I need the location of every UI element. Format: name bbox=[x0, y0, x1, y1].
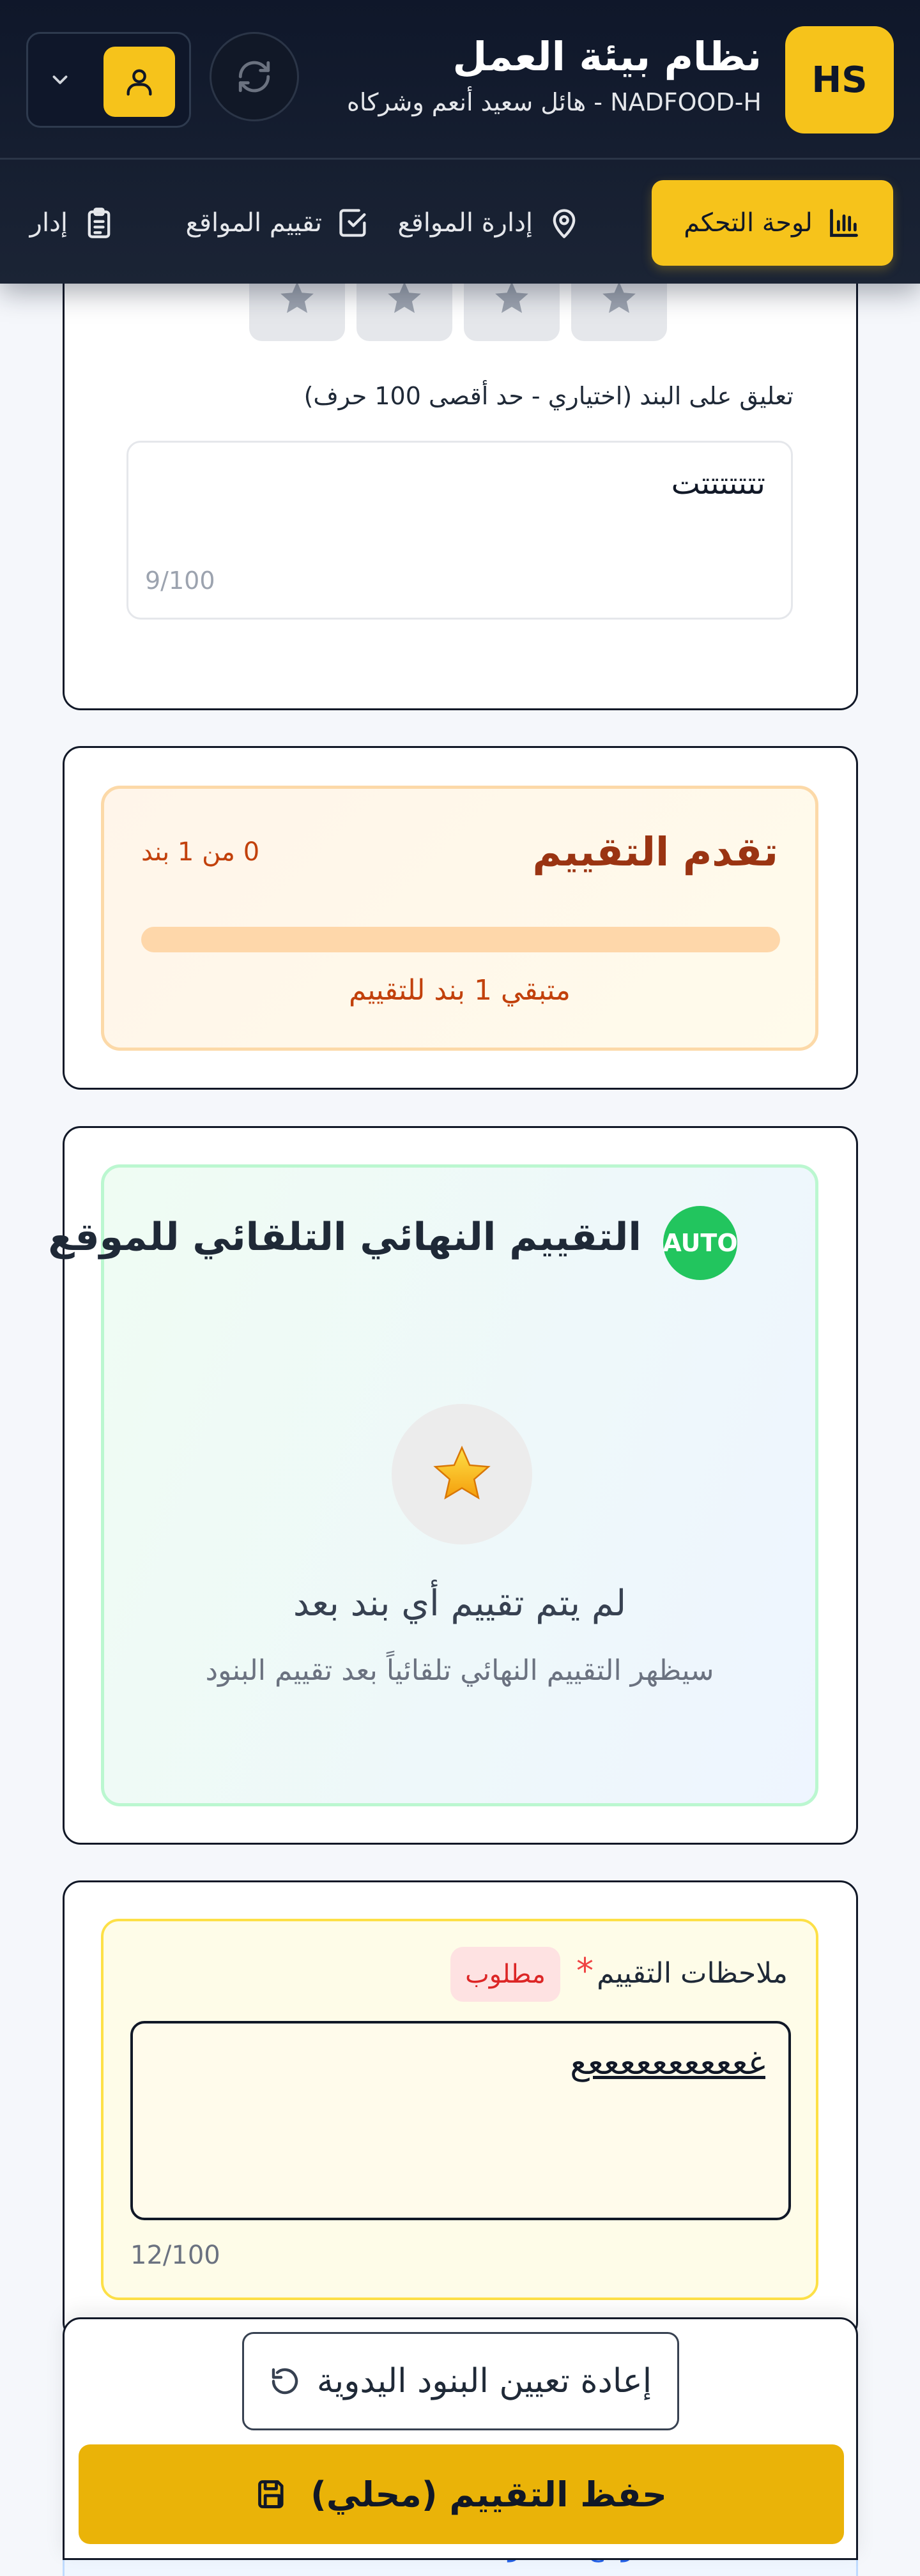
progress-count: 0 من 1 بند bbox=[141, 837, 260, 867]
chevron-down-icon[interactable] bbox=[46, 66, 74, 94]
clipboard-icon bbox=[82, 206, 116, 240]
nav-more-label: إدار bbox=[29, 208, 68, 238]
save-label: حفظ التقييم (محلي) bbox=[310, 2474, 667, 2515]
progress-title: تقدم التقييم bbox=[532, 828, 778, 875]
required-badge: مطلوب bbox=[450, 1947, 560, 2002]
notes-char-count: 12/100 bbox=[130, 2241, 220, 2270]
app-header: HS نظام بيئة العمل NADFOOD-H - هائل سعيد… bbox=[0, 0, 920, 284]
auto-rating-empty-hint: سيظهر التقييم النهائي تلقائياً بعد تقييم… bbox=[205, 1654, 714, 1687]
auto-badge: AUTO bbox=[663, 1206, 738, 1280]
bar-chart-icon bbox=[827, 206, 861, 240]
notes-textarea[interactable]: غععععععععععع bbox=[130, 2021, 791, 2220]
rotate-ccw-icon bbox=[272, 2368, 298, 2395]
user-avatar-button[interactable] bbox=[103, 47, 175, 117]
star-icon bbox=[495, 282, 528, 313]
nav-dashboard-label: لوحة التحكم bbox=[684, 208, 813, 238]
auto-rating-title: التقييم النهائي التلقائي للموقع bbox=[48, 1215, 641, 1260]
auto-rating-panel: AUTO التقييم النهائي التلقائي للموقع لم … bbox=[48, 1164, 818, 1806]
star-icon bbox=[602, 282, 636, 313]
required-asterisk: * bbox=[576, 1951, 594, 1991]
map-pin-icon bbox=[547, 206, 581, 240]
save-icon bbox=[258, 2480, 284, 2508]
refresh-icon bbox=[238, 61, 270, 93]
comment-value: تتتتتتتت bbox=[671, 466, 765, 501]
auto-rating-star-icon bbox=[392, 1404, 532, 1544]
progress-remaining: متبقي 1 بند للتقييم bbox=[349, 974, 571, 1007]
nav-sites-management-label: إدارة المواقع bbox=[397, 208, 533, 238]
save-rating-button[interactable]: حفظ التقييم (محلي) bbox=[79, 2444, 844, 2544]
nav-dashboard[interactable]: لوحة التحكم bbox=[652, 180, 893, 266]
comment-label: تعليق على البند (اختياري - حد أقصى 100 ح… bbox=[303, 382, 793, 410]
comment-char-count: 9/100 bbox=[145, 567, 215, 595]
brand-logo: HS bbox=[785, 26, 894, 133]
user-menu[interactable] bbox=[26, 32, 191, 128]
progress-panel: تقدم التقييم 0 من 1 بند متبقي 1 بند للتق… bbox=[101, 786, 818, 1051]
nav-sites-evaluation-label: تقييم المواقع bbox=[185, 208, 322, 238]
user-icon bbox=[126, 69, 152, 96]
reset-manual-items-button[interactable]: إعادة تعيين البنود اليدوية bbox=[242, 2332, 679, 2430]
star-icon bbox=[280, 282, 314, 313]
nav-sites-management[interactable]: إدارة المواقع bbox=[397, 180, 581, 266]
refresh-button[interactable] bbox=[210, 32, 299, 121]
app-subtitle: NADFOOD-H - هائل سعيد أنعم وشركاه bbox=[346, 88, 762, 116]
nav-more[interactable]: إدار bbox=[30, 180, 116, 266]
comment-textarea[interactable]: تتتتتتتت 9/100 bbox=[126, 441, 793, 620]
auto-rating-empty-title: لم يتم تقييم أي بند بعد bbox=[293, 1583, 627, 1624]
progress-bar bbox=[141, 927, 780, 952]
check-square-icon bbox=[336, 206, 371, 240]
notes-label: ملاحظات التقييم bbox=[597, 1957, 788, 1990]
notes-value: غععععععععععع bbox=[570, 2044, 765, 2082]
nav-sites-evaluation[interactable]: تقييم المواقع bbox=[186, 180, 371, 266]
reset-label: إعادة تعيين البنود اليدوية bbox=[316, 2362, 652, 2400]
notes-panel: ملاحظات التقييم * مطلوب غععععععععععع 12/… bbox=[101, 1919, 818, 2300]
action-bar: إعادة تعيين البنود اليدوية حفظ التقييم (… bbox=[63, 2317, 858, 2560]
app-title: نظام بيئة العمل bbox=[452, 33, 762, 80]
star-icon bbox=[433, 1445, 491, 1500]
star-icon bbox=[388, 282, 421, 313]
